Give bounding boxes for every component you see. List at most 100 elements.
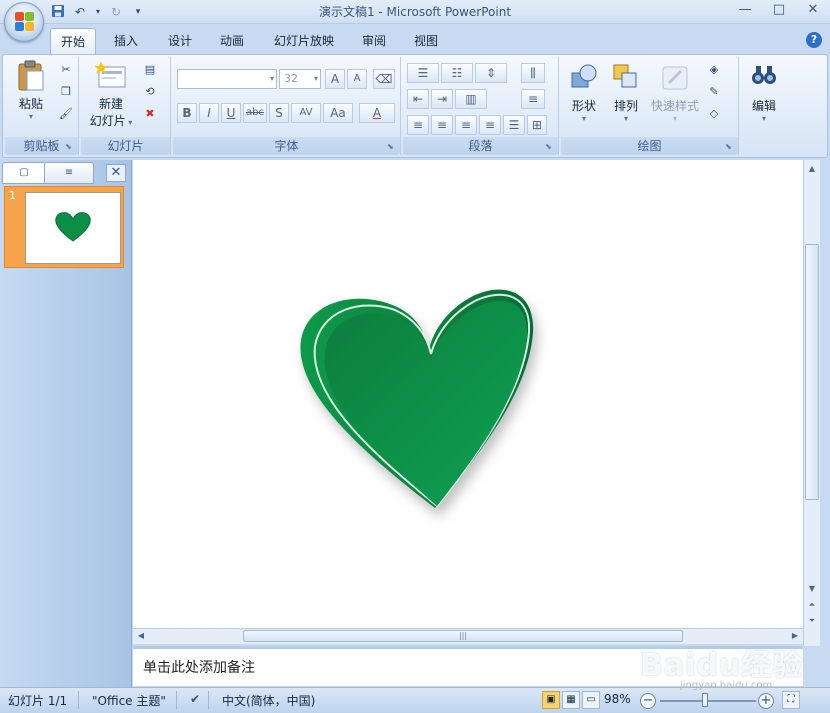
tab-animations[interactable]: 动画 — [210, 28, 254, 54]
bold-button[interactable]: B — [177, 103, 197, 123]
slide-sorter-icon[interactable]: ▦ — [562, 691, 580, 709]
shape-fill-icon[interactable]: ◈ — [705, 61, 723, 79]
numbering-icon[interactable]: ☷ — [441, 63, 473, 83]
line-spacing-icon[interactable]: ⇕ — [475, 63, 507, 83]
zoom-out-icon[interactable]: − — [640, 693, 656, 709]
new-slide-button[interactable]: 新建 幻灯片 ▾ — [83, 59, 139, 129]
layout-icon[interactable]: ▤ — [141, 61, 159, 79]
spell-check-icon[interactable]: ✔ — [190, 692, 200, 706]
tab-slides[interactable]: ▢ — [2, 162, 46, 184]
ribbon-tabs: 开始 插入 设计 动画 幻灯片放映 审阅 视图 ? — [0, 24, 830, 54]
bullets-icon[interactable]: ☰ — [407, 63, 439, 83]
maximize-button[interactable]: □ — [762, 0, 796, 20]
normal-view-icon[interactable]: ▣ — [542, 691, 560, 709]
scroll-down-icon[interactable]: ▼ — [805, 582, 819, 596]
zoom-slider-track[interactable] — [660, 700, 756, 702]
arrange-label: 排列 — [613, 99, 638, 113]
copy-icon[interactable]: ❐ — [57, 83, 75, 101]
fit-to-window-icon[interactable]: ⛶ — [782, 691, 800, 709]
help-icon[interactable]: ? — [806, 32, 822, 48]
smartart-icon[interactable]: ⊞ — [527, 115, 547, 135]
slideshow-view-icon[interactable]: ▭ — [582, 691, 600, 709]
tab-view[interactable]: 视图 — [404, 28, 448, 54]
previous-slide-icon[interactable]: ⏶ — [805, 598, 819, 612]
align-text-icon[interactable]: ≡ — [521, 89, 545, 109]
notes-placeholder[interactable]: 单击此处添加备注 — [143, 657, 255, 677]
justify-icon[interactable]: ≡ — [479, 115, 501, 135]
font-size-value: 32 — [284, 72, 298, 85]
notes-pane[interactable]: 单击此处添加备注 — [133, 646, 803, 686]
minimize-button[interactable]: — — [728, 0, 762, 20]
shrink-font-button[interactable]: A — [347, 69, 367, 89]
slide-canvas[interactable] — [133, 160, 803, 628]
shape-effects-icon[interactable]: ◇ — [705, 105, 723, 123]
editing-button[interactable]: 编辑 ▾ — [745, 61, 783, 123]
format-painter-icon[interactable]: 🖌 — [57, 105, 75, 123]
distribute-icon[interactable]: ☰ — [503, 115, 525, 135]
shadow-button[interactable]: S — [269, 103, 289, 123]
horizontal-scrollbar[interactable]: ◀ ||| ▶ — [133, 628, 803, 644]
font-name-combo[interactable]: ▾ — [177, 69, 277, 89]
paste-label: 粘贴 — [18, 97, 43, 111]
status-separator — [78, 691, 79, 709]
align-right-icon[interactable]: ≡ — [455, 115, 477, 135]
panel-tabs: ▢ ≡ ✕ — [2, 162, 130, 184]
align-left-icon[interactable]: ≡ — [407, 115, 429, 135]
tab-home[interactable]: 开始 — [50, 28, 96, 54]
thumbnail-canvas — [25, 192, 121, 264]
zoom-level[interactable]: 98% — [604, 692, 631, 706]
underline-button[interactable]: U — [221, 103, 241, 123]
scroll-left-icon[interactable]: ◀ — [135, 630, 147, 642]
tab-slideshow[interactable]: 幻灯片放映 — [266, 28, 342, 54]
tab-review[interactable]: 审阅 — [352, 28, 396, 54]
paragraph-launcher-icon[interactable]: ⬊ — [545, 142, 555, 152]
vertical-scroll-thumb[interactable] — [805, 244, 819, 500]
delete-slide-icon[interactable]: ✖ — [141, 105, 159, 123]
close-button[interactable]: ✕ — [796, 0, 830, 20]
arrange-button[interactable]: 排列 ▾ — [607, 61, 645, 123]
italic-button[interactable]: I — [199, 103, 219, 123]
paste-button[interactable]: 粘贴 ▾ — [9, 59, 53, 121]
font-size-combo[interactable]: 32 ▾ — [279, 69, 321, 89]
clipboard-launcher-icon[interactable]: ⬊ — [65, 142, 75, 152]
font-group-label: 字体 — [173, 137, 400, 155]
status-separator — [176, 691, 177, 709]
zoom-slider-thumb[interactable] — [702, 693, 708, 707]
quick-styles-button[interactable]: 快速样式 ▾ — [649, 61, 701, 123]
tab-design[interactable]: 设计 — [158, 28, 202, 54]
decrease-indent-icon[interactable]: ⇤ — [407, 89, 429, 109]
increase-indent-icon[interactable]: ⇥ — [431, 89, 453, 109]
slide-thumbnail[interactable]: 1 — [4, 186, 124, 268]
char-spacing-button[interactable]: AV — [291, 103, 321, 123]
cut-icon[interactable]: ✂ — [57, 61, 75, 79]
tab-insert[interactable]: 插入 — [104, 28, 148, 54]
text-direction-icon[interactable]: ⫼ — [521, 63, 545, 83]
shape-outline-icon[interactable]: ✎ — [705, 83, 723, 101]
horizontal-scroll-thumb[interactable]: ||| — [243, 630, 683, 642]
zoom-in-icon[interactable]: + — [758, 693, 774, 709]
slides-group-label: 幻灯片 — [81, 137, 170, 155]
strikethrough-button[interactable]: abc — [243, 103, 267, 123]
heart-shape[interactable] — [133, 160, 803, 628]
shapes-button[interactable]: 形状 ▾ — [565, 61, 603, 123]
paragraph-group-label: 段落 — [403, 137, 558, 155]
clear-formatting-icon[interactable]: ⌫ — [373, 69, 395, 89]
next-slide-icon[interactable]: ⏷ — [805, 614, 819, 628]
office-logo-icon — [15, 12, 35, 32]
close-panel-icon[interactable]: ✕ — [106, 164, 126, 182]
vertical-scrollbar[interactable]: ▲ ▼ ⏶ ⏷ — [803, 160, 820, 646]
font-color-button[interactable]: A — [359, 103, 395, 123]
scroll-up-icon[interactable]: ▲ — [805, 162, 819, 176]
tab-outline[interactable]: ≡ — [44, 162, 94, 184]
language[interactable]: 中文(简体，中国) — [222, 692, 315, 709]
change-case-button[interactable]: Aa — [323, 103, 353, 123]
align-center-icon[interactable]: ≡ — [431, 115, 453, 135]
reset-icon[interactable]: ⟲ — [141, 83, 159, 101]
font-launcher-icon[interactable]: ⬊ — [387, 142, 397, 152]
scroll-right-icon[interactable]: ▶ — [789, 630, 801, 642]
new-slide-label-1: 新建 — [98, 97, 123, 111]
office-button[interactable] — [4, 2, 44, 42]
drawing-launcher-icon[interactable]: ⬊ — [725, 142, 735, 152]
columns-icon[interactable]: ▥ — [455, 89, 487, 109]
grow-font-button[interactable]: A — [325, 69, 345, 89]
